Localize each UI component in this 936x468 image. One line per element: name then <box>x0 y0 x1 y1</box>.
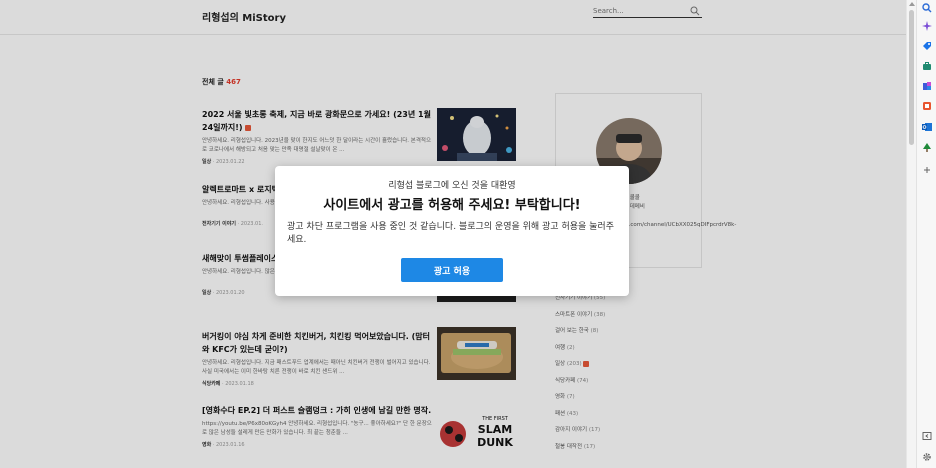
tools-briefcase-icon[interactable] <box>922 61 932 71</box>
page-scrollbar[interactable] <box>906 0 916 468</box>
sidebar-collapse-icon[interactable] <box>922 431 932 441</box>
browser-sidebar <box>916 0 936 468</box>
modal-welcome: 리형섭 블로그에 오신 것을 대환영 <box>388 181 516 191</box>
office-icon[interactable] <box>922 101 932 111</box>
settings-gear-icon[interactable] <box>922 452 932 462</box>
adblock-modal: 리형섭 블로그에 오신 것을 대환영 사이트에서 광고를 허용해 주세요! 부탁… <box>275 166 629 296</box>
games-icon[interactable] <box>922 81 932 91</box>
search-icon[interactable] <box>922 3 932 13</box>
allow-ads-button[interactable]: 광고 허용 <box>401 258 503 282</box>
scroll-up-arrow-icon[interactable] <box>909 2 915 6</box>
copilot-sparkle-icon[interactable] <box>922 21 932 31</box>
blog-page: 리형섭의 MiStory 전체 글 467 2022 서울 빛초롱 축제, 지금… <box>0 0 906 468</box>
shopping-tag-icon[interactable] <box>922 41 932 51</box>
tree-icon[interactable] <box>922 143 932 153</box>
add-icon[interactable] <box>922 165 932 175</box>
modal-body: 광고 차단 프로그램을 사용 중인 것 같습니다. 블로그의 운영을 위해 광고… <box>287 222 614 245</box>
modal-headline: 사이트에서 광고를 허용해 주세요! 부탁합니다! <box>323 198 581 213</box>
scroll-thumb[interactable] <box>909 10 914 145</box>
outlook-icon[interactable] <box>922 122 932 132</box>
